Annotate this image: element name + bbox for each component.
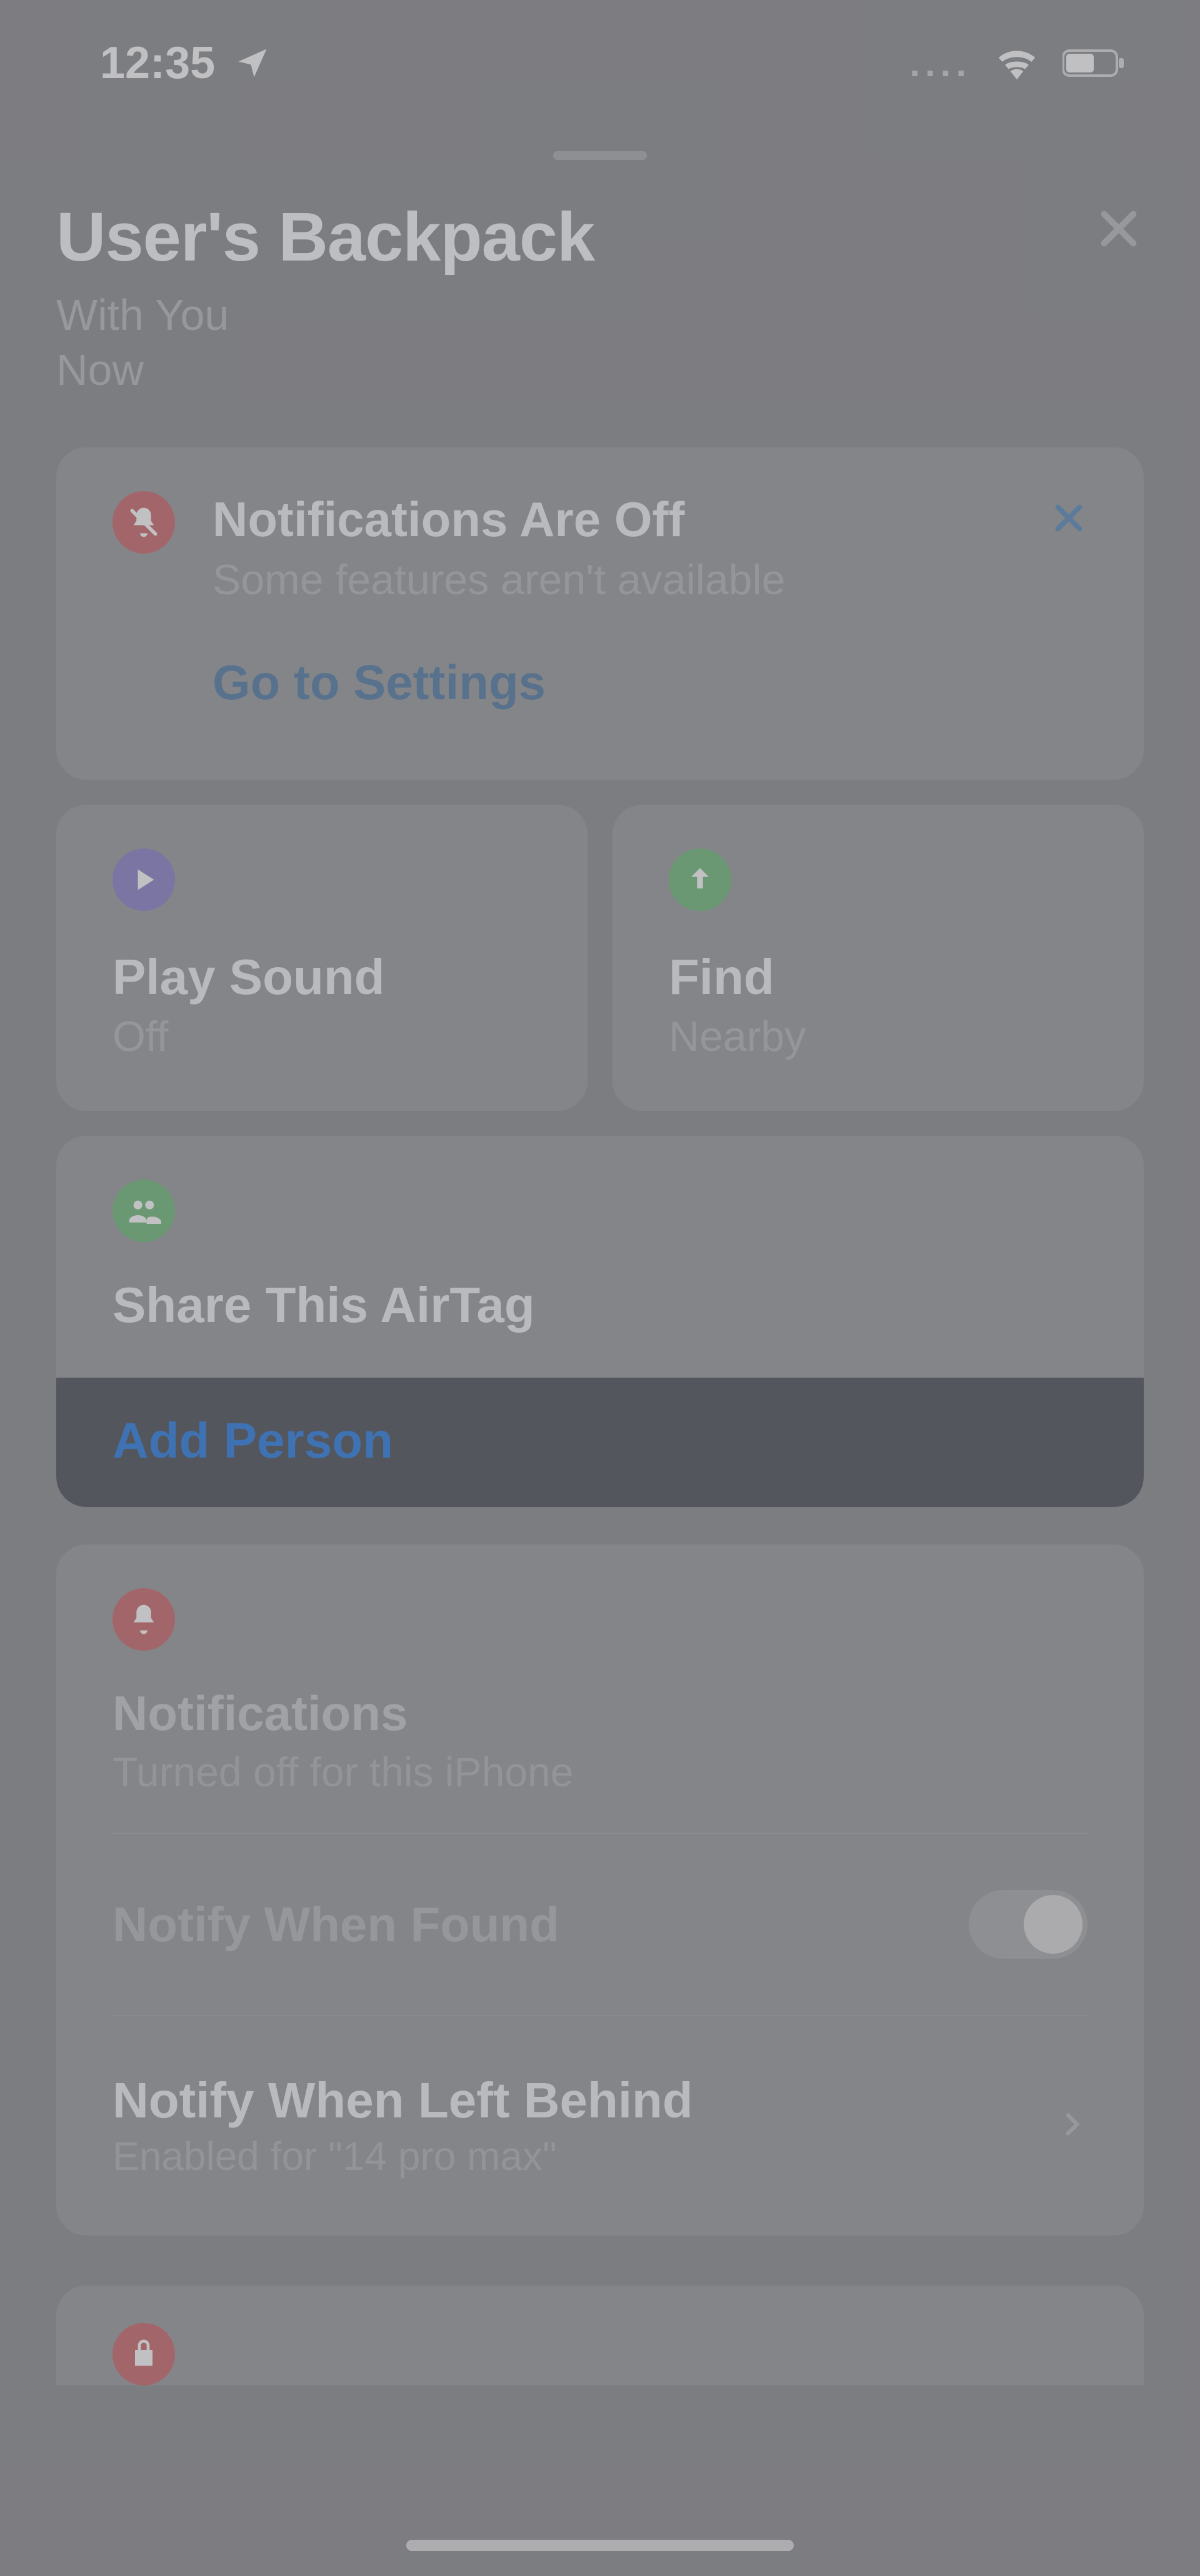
play-sound-status: Off	[112, 1012, 531, 1061]
cellular-dots: ....	[909, 42, 971, 85]
actions-row: Play Sound Off Find Nearby	[56, 805, 1144, 1111]
sheet-grabber-area[interactable]	[0, 132, 1200, 160]
lock-icon	[112, 2323, 175, 2385]
share-airtag-card: Share This AirTag Add Person	[56, 1136, 1144, 1507]
item-subtitle: With You Now	[56, 288, 1094, 397]
home-indicator[interactable]	[406, 2540, 794, 2551]
bell-slash-icon	[112, 491, 175, 554]
play-icon	[112, 848, 175, 911]
lost-mode-card	[56, 2285, 1144, 2385]
notifications-title: Notifications	[112, 1685, 1088, 1742]
find-label: Find	[669, 948, 1088, 1006]
notify-left-behind-title: Notify When Left Behind	[112, 2072, 693, 2129]
status-time: 12:35	[100, 37, 215, 89]
battery-icon	[1062, 47, 1125, 79]
banner-title: Notifications Are Off	[212, 491, 1088, 548]
notify-when-found-label: Notify When Found	[112, 1896, 559, 1953]
dismiss-banner-button[interactable]	[1050, 491, 1088, 549]
notify-left-behind-sub: Enabled for "14 pro max"	[112, 2133, 693, 2179]
toggle-knob	[1024, 1895, 1082, 1954]
notify-when-found-row[interactable]: Notify When Found	[112, 1871, 1088, 1977]
wifi-icon	[995, 41, 1039, 85]
notify-when-found-toggle[interactable]	[969, 1890, 1088, 1959]
sheet-grabber[interactable]	[553, 151, 647, 160]
item-title: User's Backpack	[56, 197, 1094, 277]
go-to-settings-link[interactable]: Go to Settings	[212, 654, 1088, 711]
notifications-subtitle: Turned off for this iPhone	[112, 1748, 1088, 1796]
banner-subtitle: Some features aren't available	[212, 555, 1088, 604]
status-bar: 12:35 ....	[0, 0, 1200, 114]
notifications-off-banner: Notifications Are Off Some features aren…	[56, 447, 1144, 780]
play-sound-label: Play Sound	[112, 948, 531, 1006]
add-person-button[interactable]: Add Person	[56, 1378, 1144, 1507]
notifications-card: Notifications Turned off for this iPhone…	[56, 1544, 1144, 2235]
close-button[interactable]	[1094, 204, 1144, 257]
arrow-up-icon	[669, 848, 731, 911]
find-button[interactable]: Find Nearby	[612, 805, 1144, 1111]
chevron-right-icon	[1056, 2099, 1088, 2152]
notify-left-behind-row[interactable]: Notify When Left Behind Enabled for "14 …	[112, 2053, 1088, 2198]
share-title: Share This AirTag	[112, 1276, 1088, 1334]
find-status: Nearby	[669, 1012, 1088, 1061]
location-icon	[234, 44, 271, 82]
bell-icon	[112, 1588, 175, 1651]
item-header: User's Backpack With You Now	[0, 160, 1200, 422]
people-icon	[112, 1180, 175, 1242]
play-sound-button[interactable]: Play Sound Off	[56, 805, 588, 1111]
